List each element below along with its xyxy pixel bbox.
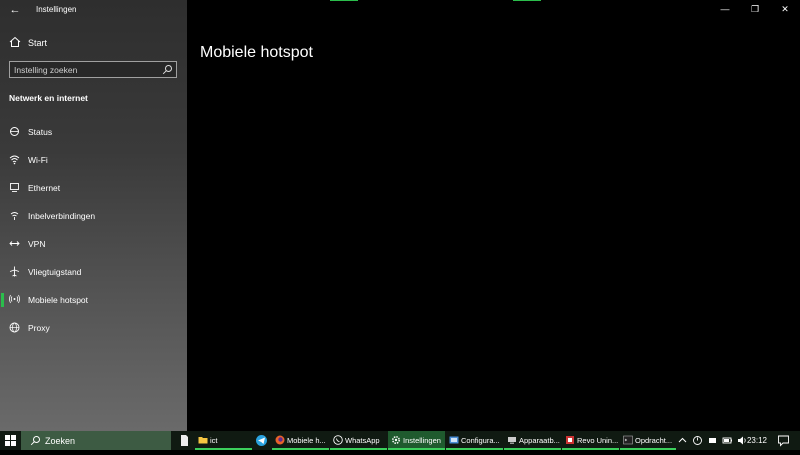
chevron-up-icon[interactable] — [677, 435, 688, 446]
taskbar-app-whatsapp[interactable]: WhatsApp — [330, 431, 387, 450]
sidebar-item-label: Wi-Fi — [28, 155, 48, 165]
wifi-icon — [9, 155, 20, 165]
taskbar-search[interactable]: Zoeken — [21, 431, 171, 450]
taskbar-app-label: Apparaatb... — [519, 436, 560, 445]
home-label: Start — [28, 38, 48, 48]
sidebar-item-label: Status — [28, 127, 53, 137]
taskbar-app-opdrachtprompt[interactable]: Opdracht... — [620, 431, 676, 450]
settings-sidebar: ← Instellingen Start Netwerk en internet… — [0, 0, 187, 431]
sidebar-item-vliegtuigstand[interactable]: Vliegtuigstand — [0, 260, 187, 284]
status-icon — [10, 127, 19, 136]
telegram-icon[interactable] — [255, 434, 268, 447]
windows-logo-icon — [5, 435, 16, 446]
settings-search-box[interactable] — [9, 61, 177, 78]
vpn-icon — [9, 241, 20, 246]
system-tray: 23:12 — [675, 431, 800, 450]
device-manager-icon — [508, 437, 516, 444]
file-icon[interactable] — [178, 434, 191, 447]
sidebar-item-proxy[interactable]: Proxy — [0, 316, 187, 340]
taskbar-app-configura[interactable]: Configura... — [446, 431, 503, 450]
home-link[interactable]: Start — [0, 33, 187, 53]
home-icon — [9, 36, 21, 47]
usb-device-icon[interactable] — [707, 435, 718, 446]
taskbar-app-label: Opdracht... — [635, 436, 673, 445]
taskbar-app-label: Instellingen — [403, 436, 441, 445]
taskbar-app-label: Mobiele h... — [287, 436, 326, 445]
proxy-icon — [9, 322, 20, 333]
close-button[interactable]: ✕ — [770, 0, 800, 20]
window-controls: — ❐ ✕ — [710, 0, 800, 20]
taskbar-app-ict[interactable]: ict — [195, 431, 252, 450]
taskbar-clock[interactable]: 23:12 — [747, 436, 767, 445]
decorative-glimpse — [330, 0, 358, 1]
search-icon[interactable] — [162, 64, 173, 75]
sidebar-item-label: Vliegtuigstand — [28, 267, 82, 277]
sidebar-item-label: Inbelverbindingen — [28, 211, 96, 221]
maximize-button[interactable]: ❐ — [740, 0, 770, 20]
taskbar-search-label: Zoeken — [45, 436, 76, 446]
network-activity-icon[interactable] — [692, 435, 703, 446]
search-icon — [30, 436, 40, 446]
folder-icon — [198, 437, 208, 444]
sidebar-item-label: Ethernet — [28, 183, 61, 193]
sidebar-item-label: Mobiele hotspot — [28, 295, 89, 305]
cmd-icon — [623, 435, 633, 445]
sidebar-item-vpn[interactable]: VPN — [0, 232, 187, 256]
page-title: Mobiele hotspot — [200, 43, 313, 61]
active-indicator — [1, 293, 4, 307]
revo-icon — [566, 436, 574, 444]
settings-gear-icon — [392, 436, 400, 444]
section-title: Netwerk en internet — [9, 93, 88, 103]
airplane-icon — [9, 266, 20, 277]
sidebar-item-ethernet[interactable]: Ethernet — [0, 176, 187, 200]
whatsapp-icon — [333, 435, 343, 445]
config-icon — [449, 436, 459, 444]
sidebar-item-label: Proxy — [28, 323, 50, 333]
sidebar-item-status[interactable]: Status — [0, 120, 187, 144]
firefox-icon — [275, 435, 285, 445]
taskbar-app-label: WhatsApp — [345, 436, 380, 445]
action-center-icon[interactable] — [777, 434, 790, 447]
taskbar-app-label: ict — [210, 436, 218, 445]
start-button[interactable] — [0, 431, 21, 450]
settings-search-input[interactable] — [14, 64, 159, 75]
sidebar-item-inbelverbindingen[interactable]: Inbelverbindingen — [0, 204, 187, 228]
hotspot-icon — [9, 294, 20, 304]
taskbar-app-apparaatbeheer[interactable]: Apparaatb... — [504, 431, 561, 450]
taskbar-app-firefox[interactable]: Mobiele h... — [272, 431, 329, 450]
ethernet-icon — [10, 183, 19, 192]
sidebar-item-mobiele-hotspot[interactable]: Mobiele hotspot — [0, 288, 187, 312]
back-button[interactable]: ← — [7, 3, 23, 17]
taskbar: Zoeken ict Mobiele h... WhatsApp Instell… — [0, 431, 800, 450]
sidebar-item-label: VPN — [28, 239, 46, 249]
dialup-icon — [10, 212, 19, 220]
battery-icon[interactable] — [722, 435, 733, 446]
taskbar-app-revo-uninstaller[interactable]: Revo Unin... — [562, 431, 619, 450]
decorative-glimpse — [513, 0, 541, 1]
sidebar-item-wifi[interactable]: Wi-Fi — [0, 148, 187, 172]
minimize-button[interactable]: — — [710, 0, 740, 20]
app-title: Instellingen — [36, 5, 77, 14]
title-bar: ← Instellingen — [0, 0, 187, 22]
taskbar-app-label: Revo Unin... — [577, 436, 619, 445]
taskbar-app-instellingen[interactable]: Instellingen — [388, 431, 445, 450]
taskbar-app-label: Configura... — [461, 436, 500, 445]
